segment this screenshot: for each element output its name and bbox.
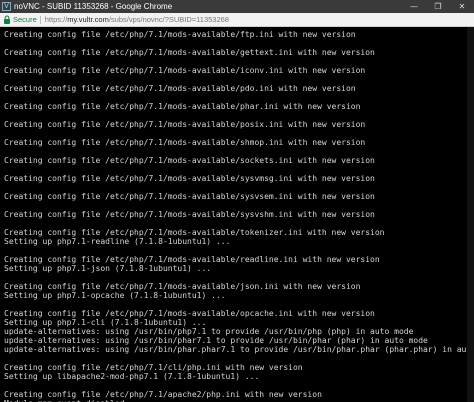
address-divider	[39, 15, 41, 24]
app-icon: V	[2, 2, 11, 11]
terminal-line: Setting up php7.1-json (7.1.8-1ubuntu1) …	[4, 264, 212, 273]
terminal-output: Creating config file /etc/php/7.1/mods-a…	[4, 30, 474, 402]
terminal-line: Setting up php7.1-readline (7.1.8-1ubunt…	[4, 237, 231, 246]
terminal-line: update-alternatives: using /usr/bin/phar…	[4, 336, 428, 345]
terminal-scrollbar[interactable]	[467, 27, 474, 402]
lock-icon	[4, 15, 10, 24]
browser-window: V noVNC - SUBID 11353268 - Google Chrome…	[0, 0, 474, 402]
terminal-line: Creating config file /etc/php/7.1/mods-a…	[4, 66, 366, 75]
terminal-line: Creating config file /etc/php/7.1/mods-a…	[4, 138, 366, 147]
terminal-line: Setting up php7.1-cli (7.1.8-1ubuntu1) .…	[4, 318, 207, 327]
terminal-line: Creating config file /etc/php/7.1/mods-a…	[4, 84, 356, 93]
url-field[interactable]: https://my.vultr.com/subs/vps/novnc/?SUB…	[45, 15, 229, 24]
terminal-line: update-alternatives: using /usr/bin/php7…	[4, 327, 414, 336]
url-path: /subs/vps/novnc/?SUBID=11353268	[108, 15, 229, 24]
secure-label[interactable]: Secure	[13, 15, 37, 24]
terminal-line: Creating config file /etc/php/7.1/mods-a…	[4, 210, 375, 219]
terminal-line: Creating config file /etc/php/7.1/mods-a…	[4, 156, 375, 165]
window-title: noVNC - SUBID 11353268 - Google Chrome	[14, 2, 173, 11]
terminal-line: update-alternatives: using /usr/bin/phar…	[4, 345, 474, 354]
maximize-button[interactable]: ❐	[426, 0, 450, 13]
terminal-line: Creating config file /etc/php/7.1/mods-a…	[4, 102, 361, 111]
terminal-line: Creating config file /etc/php/7.1/mods-a…	[4, 228, 385, 237]
address-bar[interactable]: Secure https://my.vultr.com/subs/vps/nov…	[0, 13, 474, 27]
terminal-line: Creating config file /etc/php/7.1/mods-a…	[4, 309, 375, 318]
vnc-terminal[interactable]: Creating config file /etc/php/7.1/mods-a…	[0, 27, 474, 402]
terminal-line: Setting up libapache2-mod-php7.1 (7.1.8-…	[4, 372, 260, 381]
minimize-button[interactable]: —	[402, 0, 426, 13]
terminal-line: Creating config file /etc/php/7.1/mods-a…	[4, 30, 356, 39]
window-controls: — ❐ ✕	[402, 0, 474, 13]
terminal-line: Creating config file /etc/php/7.1/mods-a…	[4, 192, 375, 201]
terminal-line: Creating config file /etc/php/7.1/mods-a…	[4, 255, 380, 264]
terminal-line: Creating config file /etc/php/7.1/mods-a…	[4, 282, 361, 291]
url-host: my.vultr.com	[67, 15, 109, 24]
title-bar[interactable]: V noVNC - SUBID 11353268 - Google Chrome…	[0, 0, 474, 13]
terminal-line: Creating config file /etc/php/7.1/mods-a…	[4, 48, 375, 57]
terminal-line: Creating config file /etc/php/7.1/mods-a…	[4, 174, 375, 183]
terminal-line: Creating config file /etc/php/7.1/apache…	[4, 390, 322, 399]
terminal-line: Creating config file /etc/php/7.1/cli/ph…	[4, 363, 303, 372]
url-scheme: https://	[44, 15, 68, 24]
terminal-line: Creating config file /etc/php/7.1/mods-a…	[4, 120, 366, 129]
terminal-line: Setting up php7.1-opcache (7.1.8-1ubuntu…	[4, 291, 226, 300]
close-button[interactable]: ✕	[450, 0, 474, 13]
